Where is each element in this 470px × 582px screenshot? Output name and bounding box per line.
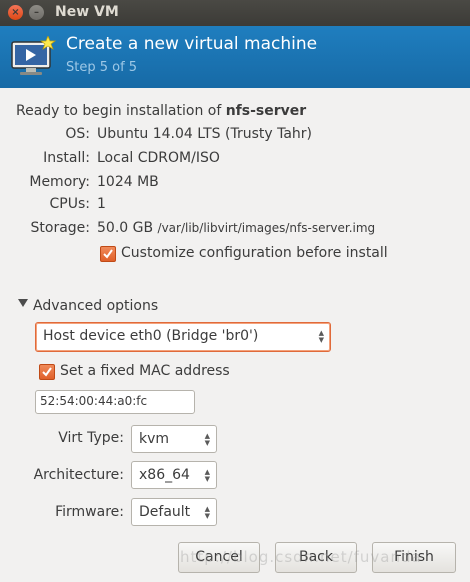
- updown-arrows-icon: ▲ ▼: [204, 432, 210, 447]
- checkmark-icon: [42, 367, 52, 377]
- wizard-step: Step 5 of 5: [66, 60, 138, 75]
- wizard-header: Create a new virtual machine Step 5 of 5: [0, 26, 470, 88]
- customize-label[interactable]: Customize configuration before install: [121, 245, 388, 261]
- fixed-mac-checkbox[interactable]: [39, 364, 55, 380]
- memory-value: 1024 MB: [97, 174, 159, 190]
- firmware-label: Firmware:: [55, 504, 124, 520]
- os-label: OS:: [65, 126, 90, 142]
- firmware-value: Default: [139, 504, 191, 520]
- storage-size: 50.0 GB: [97, 220, 154, 236]
- minimize-icon[interactable]: –: [29, 5, 44, 20]
- os-value: Ubuntu 14.04 LTS (Trusty Tahr): [97, 126, 312, 142]
- customize-checkbox[interactable]: [100, 246, 116, 262]
- mac-address-input[interactable]: [40, 394, 185, 408]
- cpus-value: 1: [97, 196, 106, 212]
- ready-prefix: Ready to begin installation of: [16, 103, 226, 119]
- ready-summary: Ready to begin installation of nfs-serve…: [16, 103, 306, 119]
- window-titlebar: × – New VM: [0, 0, 470, 26]
- close-icon[interactable]: ×: [8, 5, 23, 20]
- storage-path: /var/lib/libvirt/images/nfs-server.img: [157, 221, 376, 235]
- updown-arrows-icon: ▲ ▼: [204, 505, 210, 520]
- memory-label: Memory:: [29, 174, 90, 190]
- cpus-label: CPUs:: [49, 196, 90, 212]
- virt-type-label: Virt Type:: [58, 430, 124, 446]
- install-label: Install:: [43, 150, 90, 166]
- vm-name: nfs-server: [225, 103, 307, 119]
- updown-arrows-icon: ▲ ▼: [318, 329, 324, 344]
- wizard-title: Create a new virtual machine: [66, 34, 318, 54]
- computer-monitor-star-icon: [11, 36, 56, 75]
- network-selected-value: Host device eth0 (Bridge 'br0'): [43, 328, 259, 344]
- network-select[interactable]: Host device eth0 (Bridge 'br0') ▲ ▼: [35, 322, 331, 352]
- virt-type-value: kvm: [139, 431, 170, 447]
- storage-value: 50.0 GB /var/lib/libvirt/images/nfs-serv…: [97, 220, 375, 236]
- window-title: New VM: [55, 4, 119, 20]
- updown-arrows-icon: ▲ ▼: [204, 468, 210, 483]
- architecture-label: Architecture:: [33, 467, 124, 483]
- firmware-select[interactable]: Default ▲ ▼: [131, 498, 217, 526]
- expander-triangle-icon[interactable]: [18, 299, 28, 307]
- watermark: http://blog.csdn.net/fuvanda: [180, 548, 422, 566]
- advanced-options-toggle[interactable]: Advanced options: [33, 298, 158, 314]
- architecture-select[interactable]: x86_64 ▲ ▼: [131, 461, 217, 489]
- fixed-mac-label[interactable]: Set a fixed MAC address: [60, 363, 230, 379]
- install-value: Local CDROM/ISO: [97, 150, 220, 166]
- architecture-value: x86_64: [139, 467, 190, 483]
- checkmark-icon: [103, 249, 113, 259]
- storage-label: Storage:: [30, 220, 91, 236]
- mac-address-field[interactable]: [35, 390, 195, 414]
- virt-type-select[interactable]: kvm ▲ ▼: [131, 425, 217, 453]
